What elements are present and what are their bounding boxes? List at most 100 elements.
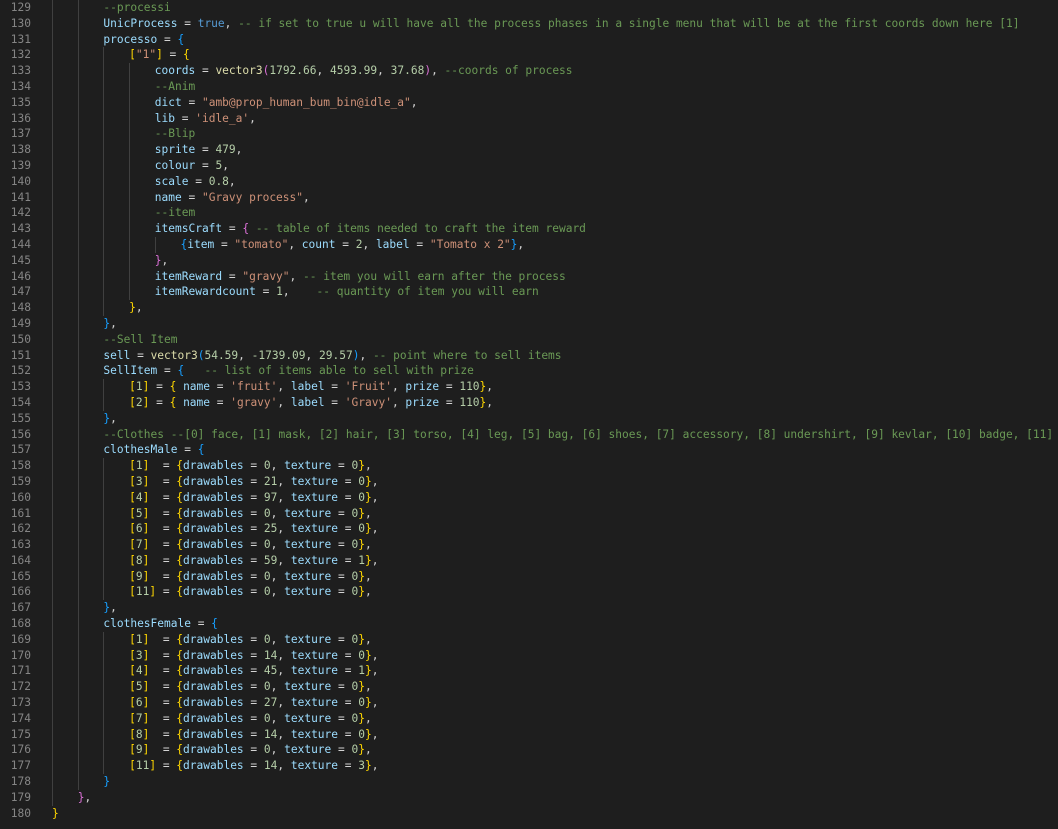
code-token: , <box>270 538 285 552</box>
code-line[interactable]: 167}, <box>0 600 1058 617</box>
code-token: , <box>277 380 291 394</box>
code-token: 0 <box>358 648 365 662</box>
code-line[interactable]: 136 lib = 'idle_a', <box>0 110 1058 127</box>
code-line[interactable]: 143 itemsCraft = { -- table of items need… <box>0 221 1058 237</box>
code-token: , <box>235 143 243 157</box>
code-token: prize <box>405 380 440 394</box>
code-line[interactable]: 163 [7] = {drawables = 0, texture = 0}, <box>0 537 1058 553</box>
code-line[interactable]: 172 [5] = {drawables = 0, texture = 0}, <box>0 679 1058 696</box>
code-line[interactable]: 169 [1] = {drawables = 0, texture = 0}, <box>0 631 1058 648</box>
code-line[interactable]: 165 [9] = {drawables = 0, texture = 0}, <box>0 568 1058 585</box>
code-line[interactable]: 148}, <box>0 300 1058 316</box>
code-token: = <box>243 553 264 567</box>
code-line[interactable]: 152 SellItem = { -- list of items able to… <box>0 363 1058 380</box>
code-token: -- quantity of item you will earn <box>316 285 539 299</box>
code-token: = <box>331 585 352 599</box>
line-number: 130 <box>10 16 31 30</box>
code-token: 11 <box>135 585 150 599</box>
indent-guide <box>52 300 53 316</box>
code-token: , <box>371 648 379 662</box>
code-token: [ <box>129 538 136 552</box>
code-line[interactable]: 137 --Blip <box>0 126 1058 143</box>
code-line[interactable]: 138 sprite = 479, <box>0 142 1058 158</box>
code-token: texture <box>290 648 339 662</box>
code-token: texture <box>284 680 332 694</box>
code-line[interactable]: 130 UnicProcess = true, -- if set to true… <box>0 15 1058 32</box>
code-line[interactable]: 174 [7] = {drawables = 0, texture = 0}, <box>0 710 1058 727</box>
code-line[interactable]: 166 [11] = {drawables = 0, texture = 0}, <box>0 584 1058 601</box>
code-line[interactable]: 162 [6] = {drawables = 25, texture = 0}, <box>0 521 1058 538</box>
code-token: 0 <box>263 680 271 694</box>
line-code: }, <box>103 411 117 427</box>
indent-guide <box>77 284 79 301</box>
code-line[interactable]: 160 [4] = {drawables = 97, texture = 0}, <box>0 489 1058 506</box>
code-token: = <box>243 506 264 520</box>
code-line[interactable]: 178} <box>0 774 1058 790</box>
code-token: --Sell Item <box>103 332 178 346</box>
code-line[interactable]: 141 name = "Gravy process", <box>0 189 1058 206</box>
line-number: 162 <box>10 522 31 536</box>
indent-guide <box>77 0 79 16</box>
code-line[interactable]: 180} <box>0 806 1058 822</box>
code-token: 97 <box>263 490 278 504</box>
code-line[interactable]: 153 [1] = { name = 'fruit', label = 'Frui… <box>0 379 1058 395</box>
code-token: = <box>157 32 178 46</box>
code-line[interactable]: 157 clothesMale = { <box>0 442 1058 459</box>
code-token: = <box>156 585 177 599</box>
code-token: 110 <box>459 395 480 409</box>
code-line[interactable]: 158 [1] = {drawables = 0, texture = 0}, <box>0 458 1058 474</box>
line-number: 156 <box>10 427 31 441</box>
line-number: 129 <box>10 1 31 14</box>
code-token: = <box>243 696 264 710</box>
code-line[interactable]: 156 --Clothes --[0] face, [1] mask, [2] h… <box>0 426 1058 443</box>
code-token: -- table of items needed to craft the it… <box>255 222 586 236</box>
code-line[interactable]: 140 scale = 0.8, <box>0 173 1058 190</box>
code-line[interactable]: 145}, <box>0 252 1058 269</box>
code-line[interactable]: 134 --Anim <box>0 78 1058 95</box>
code-line[interactable]: 150 --Sell Item <box>0 331 1058 348</box>
indent-guide <box>52 157 53 174</box>
code-line[interactable]: 161 [5] = {drawables = 0, texture = 0}, <box>0 505 1058 522</box>
code-token: = <box>188 174 209 188</box>
code-line[interactable]: 139 colour = 5, <box>0 157 1058 174</box>
code-token: = <box>338 490 359 504</box>
line-code: [9] = {drawables = 0, texture = 0}, <box>129 569 372 585</box>
code-token: [ <box>129 506 136 520</box>
code-token: ] <box>156 48 163 62</box>
code-line[interactable]: 168 clothesFemale = { <box>0 616 1058 632</box>
line-number: 179 <box>10 790 31 804</box>
code-token: , <box>277 648 291 662</box>
code-line[interactable]: 173 [6] = {drawables = 27, texture = 0}, <box>0 695 1058 711</box>
indent-guide <box>129 236 131 253</box>
code-token: name <box>183 395 211 409</box>
code-line[interactable]: 146 itemReward = "gravy", -- item you wil… <box>0 268 1058 285</box>
line-number: 169 <box>10 632 31 646</box>
code-line[interactable]: 154 [2] = { name = 'gravy', label = 'Grav… <box>0 394 1058 411</box>
code-line[interactable]: 159 [3] = {drawables = 21, texture = 0}, <box>0 473 1058 490</box>
code-line[interactable]: 144 {item = "tomato", count = 2, label = … <box>0 236 1058 253</box>
code-line[interactable]: 177 [11] = {drawables = 14, texture = 3}, <box>0 758 1058 775</box>
code-line[interactable]: 132 ["1"] = { <box>0 47 1058 64</box>
code-line[interactable]: 171 [4] = {drawables = 45, texture = 1}, <box>0 663 1058 680</box>
code-line[interactable]: 176 [9] = {drawables = 0, texture = 0}, <box>0 742 1058 759</box>
code-line[interactable]: 142 --item <box>0 205 1058 222</box>
code-line[interactable]: 164 [8] = {drawables = 59, texture = 1}, <box>0 552 1058 569</box>
code-line[interactable]: 179}, <box>0 789 1058 806</box>
code-line[interactable]: 135 dict = "amb@prop_human_bum_bin@idle_a… <box>0 94 1058 111</box>
code-line[interactable]: 129 --processi <box>0 0 1058 16</box>
code-token: name <box>183 380 211 394</box>
code-editor[interactable]: 129 --processi 130 UnicProcess = true, -- i… <box>0 0 1058 829</box>
indent-guide <box>103 552 105 569</box>
code-token: = <box>162 48 184 62</box>
code-token: [ <box>129 743 136 757</box>
code-line[interactable]: 133 coords = vector3(1792.66, 4593.99, 37… <box>0 63 1058 79</box>
code-line[interactable]: 151 sell = vector3(54.59, -1739.09, 29.57… <box>0 347 1058 364</box>
code-line[interactable]: 175 [8] = {drawables = 14, texture = 0}, <box>0 726 1058 743</box>
code-line[interactable]: 149}, <box>0 315 1058 332</box>
line-code: } <box>103 774 110 790</box>
code-line[interactable]: 155}, <box>0 410 1058 427</box>
code-line[interactable]: 170 [3] = {drawables = 14, texture = 0}, <box>0 647 1058 664</box>
indent-guide <box>103 205 105 222</box>
code-line[interactable]: 131 processo = { <box>0 31 1058 48</box>
code-line[interactable]: 147 itemRewardcount = 1, -- quantity of i… <box>0 284 1058 301</box>
